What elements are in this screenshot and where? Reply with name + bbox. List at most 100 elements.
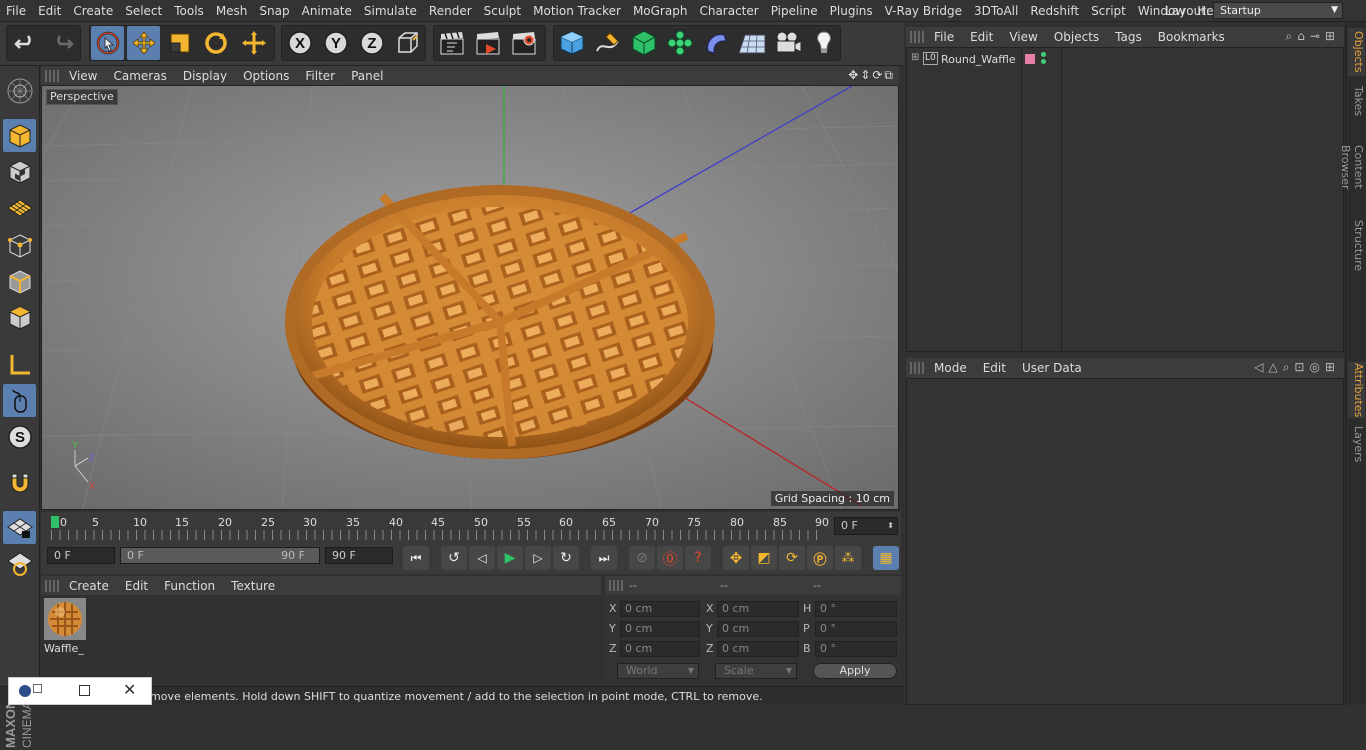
key-scale-button[interactable]: ◩ (751, 546, 777, 570)
cube-object-button[interactable] (555, 26, 588, 60)
workplane-mode-button[interactable] (3, 191, 36, 224)
layout-select[interactable]: Startup ▼ (1213, 2, 1343, 19)
subdivision-surface-button[interactable] (627, 26, 660, 60)
camera-label[interactable]: Perspective (46, 89, 118, 105)
menu-pipeline[interactable]: Pipeline (765, 0, 824, 22)
key-parameter-button[interactable]: Ⓟ (807, 546, 833, 570)
goto-end-button[interactable]: ⏭ (591, 546, 617, 570)
viewport-menu-panel[interactable]: Panel (343, 69, 391, 83)
current-frame-field[interactable]: 0 F ⬍ (834, 517, 898, 535)
viewport-menu-filter[interactable]: Filter (297, 69, 343, 83)
material-menu-function[interactable]: Function (156, 579, 223, 593)
deformer-button[interactable] (699, 26, 732, 60)
size-x-field[interactable]: 0 cm (717, 601, 799, 617)
tab-attributes[interactable]: Attributes (1348, 362, 1365, 418)
close-icon[interactable]: ✕ (123, 680, 136, 699)
rotate-tool-button[interactable] (199, 26, 232, 60)
render-view-button[interactable] (435, 26, 468, 60)
material-thumbnail[interactable]: Waffle_ (44, 598, 86, 655)
menu-file[interactable]: File (0, 0, 32, 22)
viewport-nav-icons[interactable]: ✥⇕⟳⧉ (848, 68, 895, 83)
floor-button[interactable] (735, 26, 768, 60)
timeline-window-button[interactable]: ▦ (873, 546, 899, 570)
rot-h-field[interactable]: 0 ° (815, 601, 897, 617)
tab-content-browser[interactable]: Content Browser (1339, 124, 1365, 210)
magnet-button[interactable] (3, 466, 36, 499)
menu-simulate[interactable]: Simulate (358, 0, 423, 22)
attribute-menu-mode[interactable]: Mode (926, 361, 975, 375)
apply-button[interactable]: Apply (813, 663, 897, 679)
restore-icon[interactable] (33, 684, 42, 693)
perspective-viewport[interactable]: Y Z X Perspective Grid Spacing : 10 cm (41, 85, 899, 510)
object-row[interactable]: ⊞ L0 Round_Waffle (907, 51, 1343, 69)
x-axis-button[interactable]: X (283, 26, 316, 60)
render-settings-button[interactable] (507, 26, 540, 60)
z-axis-button[interactable]: Z (355, 26, 388, 60)
points-mode-button[interactable] (3, 229, 36, 262)
material-menu-create[interactable]: Create (61, 579, 117, 593)
end-frame-field[interactable]: 90 F (325, 547, 393, 564)
timeline-ruler[interactable]: 0 5 10 15 20 25 30 35 40 45 50 55 60 65 … (41, 512, 901, 544)
material-menu-texture[interactable]: Texture (223, 579, 283, 593)
viewport-menu-display[interactable]: Display (175, 69, 235, 83)
menu-script[interactable]: Script (1085, 0, 1132, 22)
light-button[interactable] (807, 26, 840, 60)
undo-button[interactable] (9, 26, 42, 60)
goto-start-button[interactable]: ⏮ (403, 546, 429, 570)
rot-p-field[interactable]: 0 ° (815, 621, 897, 637)
size-z-field[interactable]: 0 cm (717, 641, 799, 657)
camera-button[interactable] (771, 26, 804, 60)
previous-frame-button[interactable]: ◁ (469, 546, 495, 570)
next-frame-button[interactable]: ▷ (525, 546, 551, 570)
motion-path-button[interactable]: ⊘ (629, 546, 655, 570)
recent-tool-button[interactable] (237, 26, 270, 60)
viewport-menu-options[interactable]: Options (235, 69, 297, 83)
menu-select[interactable]: Select (119, 0, 168, 22)
key-rotation-button[interactable]: ⟳ (779, 546, 805, 570)
play-button[interactable]: ▶ (497, 546, 523, 570)
object-menu-tags[interactable]: Tags (1107, 30, 1150, 44)
menu-character[interactable]: Character (693, 0, 764, 22)
menu-tools[interactable]: Tools (168, 0, 210, 22)
tab-takes[interactable]: Takes (1348, 84, 1365, 118)
move-tool-button[interactable] (127, 26, 160, 60)
menu-vray-bridge[interactable]: V-Ray Bridge (879, 0, 968, 22)
y-axis-button[interactable]: Y (319, 26, 352, 60)
goto-next-key-button[interactable]: ↻ (553, 546, 579, 570)
pos-x-field[interactable]: 0 cm (620, 601, 700, 617)
menu-animate[interactable]: Animate (296, 0, 358, 22)
playhead-marker[interactable] (51, 516, 59, 528)
autokey-button[interactable]: ? (685, 546, 711, 570)
key-position-button[interactable]: ✥ (723, 546, 749, 570)
scale-tool-button[interactable] (163, 26, 196, 60)
snap-button[interactable]: S (3, 420, 36, 453)
tab-layers[interactable]: Layers (1348, 424, 1365, 464)
record-button[interactable]: ⓪ (657, 546, 683, 570)
workplane-lock-button[interactable] (3, 511, 36, 544)
menu-plugins[interactable]: Plugins (824, 0, 879, 22)
maximize-button[interactable] (79, 685, 90, 696)
rot-b-field[interactable]: 0 ° (815, 641, 897, 657)
render-visibility-dot[interactable] (1041, 59, 1046, 64)
viewport-menu-cameras[interactable]: Cameras (105, 69, 174, 83)
redo-button[interactable] (45, 26, 78, 60)
tweak-mode-button[interactable] (3, 384, 36, 417)
live-selection-button[interactable] (91, 26, 124, 60)
size-y-field[interactable]: 0 cm (717, 621, 799, 637)
object-menu-file[interactable]: File (926, 30, 962, 44)
pos-y-field[interactable]: 0 cm (620, 621, 700, 637)
viewport-menu-view[interactable]: View (61, 69, 105, 83)
attribute-manager-toolbar-icons[interactable]: ◁△⌕⊡◎⊞ (1254, 360, 1340, 375)
cloner-button[interactable] (663, 26, 696, 60)
render-to-picture-viewer-button[interactable] (471, 26, 504, 60)
pos-z-field[interactable]: 0 cm (620, 641, 700, 657)
menu-mograph[interactable]: MoGraph (627, 0, 694, 22)
pen-spline-button[interactable] (591, 26, 624, 60)
menu-3dtoall[interactable]: 3DToAll (968, 0, 1024, 22)
snap-settings-button[interactable] (3, 547, 36, 580)
menu-edit[interactable]: Edit (32, 0, 67, 22)
layer-color-swatch[interactable] (1025, 54, 1035, 64)
coordinate-space-dropdown[interactable]: World ▼ (617, 663, 699, 679)
polygons-mode-button[interactable] (3, 301, 36, 334)
expand-icon[interactable]: ⊞ (911, 52, 919, 63)
